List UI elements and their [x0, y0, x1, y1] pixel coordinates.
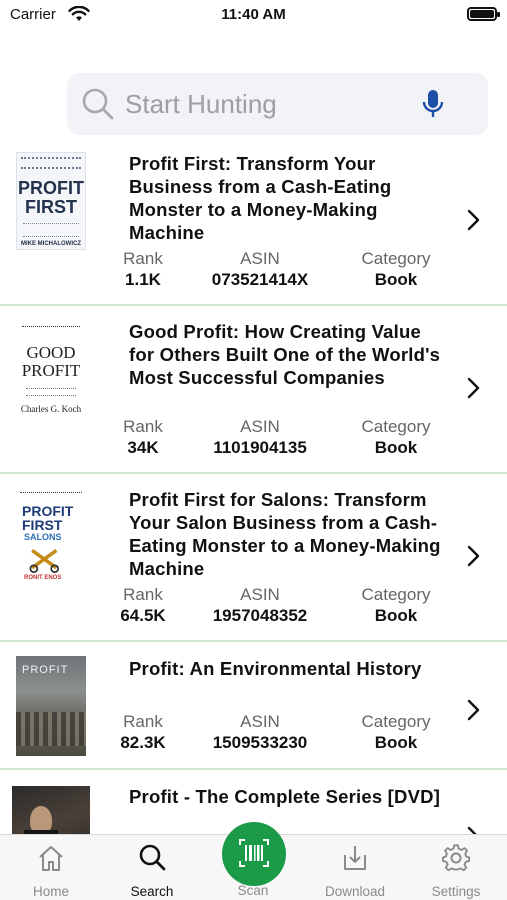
scissors-icon	[29, 549, 60, 573]
result-row[interactable]: GOOD PROFIT Charles G. Koch Good Profit:…	[0, 306, 507, 474]
clock: 11:40 AM	[221, 6, 286, 23]
rank-field: Rank 64.5K	[98, 584, 188, 627]
tab-label: Search	[130, 884, 174, 899]
chevron-right-icon[interactable]	[466, 209, 480, 231]
search-input[interactable]	[125, 85, 425, 123]
tab-label: Download	[324, 884, 386, 899]
category-value: Book	[374, 438, 418, 457]
cover-text: SALONS	[24, 532, 62, 542]
asin-label: ASIN	[240, 712, 280, 731]
dvd-cover	[12, 786, 90, 834]
rank-label: Rank	[123, 249, 163, 268]
cover-text: FIRST	[25, 197, 77, 217]
product-title: Good Profit: How Creating Value for Othe…	[129, 321, 441, 388]
tab-settings[interactable]: Settings	[411, 835, 501, 900]
chevron-right-icon[interactable]	[466, 377, 480, 399]
category-value: Book	[374, 270, 418, 289]
cover-text: Charles G. Koch	[20, 404, 82, 414]
microphone-icon[interactable]	[420, 89, 446, 119]
chevron-right-icon[interactable]	[466, 826, 480, 834]
tab-label: Settings	[431, 884, 481, 899]
gear-icon	[442, 844, 471, 872]
asin-field: ASIN 1509533230	[195, 711, 325, 754]
rank-value: 1.1K	[125, 270, 161, 289]
status-bar: Carrier 11:40 AM	[0, 0, 507, 30]
barcode-icon	[239, 839, 269, 867]
category-value: Book	[374, 733, 418, 752]
category-label: Category	[361, 249, 431, 268]
tab-label: Home	[32, 884, 69, 899]
category-field: Category Book	[346, 584, 446, 627]
product-title: Profit - The Complete Series [DVD]	[129, 786, 441, 807]
scan-button[interactable]	[222, 822, 286, 886]
asin-value: 1957048352	[212, 606, 308, 625]
cover-text: PROFIT	[21, 361, 81, 380]
category-field: Category Book	[346, 416, 446, 459]
tab-search[interactable]: Search	[107, 835, 197, 900]
cover-text: FIRST	[22, 517, 63, 533]
book-cover: PROFIT FIRST MIKE MICHALOWICZ	[16, 152, 86, 250]
result-row[interactable]: PROFIT FIRST MIKE MICHALOWICZ Profit Fir…	[0, 138, 507, 306]
asin-field: ASIN 073521414X	[195, 248, 325, 291]
scan-label: Scan	[237, 883, 269, 898]
rank-value: 34K	[127, 438, 159, 457]
rank-field: Rank 82.3K	[98, 711, 188, 754]
category-value: Book	[374, 606, 418, 625]
product-title: Profit First for Salons: Transform Your …	[129, 489, 441, 579]
category-field: Category Book	[346, 711, 446, 754]
search-icon	[82, 88, 114, 120]
cover-text: RONIT ENOS	[24, 575, 62, 581]
book-cover: PROFIT	[16, 656, 86, 756]
product-title: Profit First: Transform Your Business fr…	[129, 153, 392, 243]
rank-field: Rank 1.1K	[98, 248, 188, 291]
asin-value: 073521414X	[211, 270, 309, 289]
rank-label: Rank	[123, 417, 163, 436]
cover-text: PROFIT	[22, 503, 74, 519]
result-row[interactable]: PROFIT FIRST SALONS RONIT ENOS Profit Fi…	[0, 474, 507, 642]
cover-text: PROFIT	[18, 178, 84, 198]
chevron-right-icon[interactable]	[466, 545, 480, 567]
results-list: PROFIT FIRST MIKE MICHALOWICZ Profit Fir…	[0, 138, 507, 834]
category-label: Category	[361, 712, 431, 731]
search-bar[interactable]	[67, 73, 488, 135]
asin-field: ASIN 1101904135	[195, 416, 325, 459]
category-field: Category Book	[346, 248, 446, 291]
download-icon	[344, 846, 366, 870]
asin-label: ASIN	[240, 249, 280, 268]
category-label: Category	[361, 585, 431, 604]
asin-value: 1101904135	[213, 438, 307, 457]
asin-value: 1509533230	[212, 733, 308, 752]
book-cover: PROFIT FIRST SALONS RONIT ENOS	[16, 490, 86, 588]
chevron-right-icon[interactable]	[466, 699, 480, 721]
asin-label: ASIN	[240, 417, 280, 436]
rank-label: Rank	[123, 585, 163, 604]
rank-field: Rank 34K	[98, 416, 188, 459]
asin-field: ASIN 1957048352	[195, 584, 325, 627]
battery-icon	[467, 7, 500, 21]
rank-value: 82.3K	[120, 733, 166, 752]
rank-value: 64.5K	[120, 606, 166, 625]
home-icon	[39, 846, 63, 871]
tab-download[interactable]: Download	[310, 835, 400, 900]
search-icon	[139, 844, 166, 871]
rank-label: Rank	[123, 712, 163, 731]
result-row[interactable]: PROFIT Profit: An Environmental History …	[0, 642, 507, 770]
category-label: Category	[361, 417, 431, 436]
cover-text: MIKE MICHALOWICZ	[21, 241, 81, 247]
product-title: Profit: An Environmental History	[129, 658, 422, 679]
tab-home[interactable]: Home	[6, 835, 96, 900]
book-cover: GOOD PROFIT Charles G. Koch	[16, 324, 86, 422]
cover-text: GOOD	[26, 343, 76, 362]
cover-text: PROFIT	[22, 664, 69, 676]
asin-label: ASIN	[240, 585, 280, 604]
